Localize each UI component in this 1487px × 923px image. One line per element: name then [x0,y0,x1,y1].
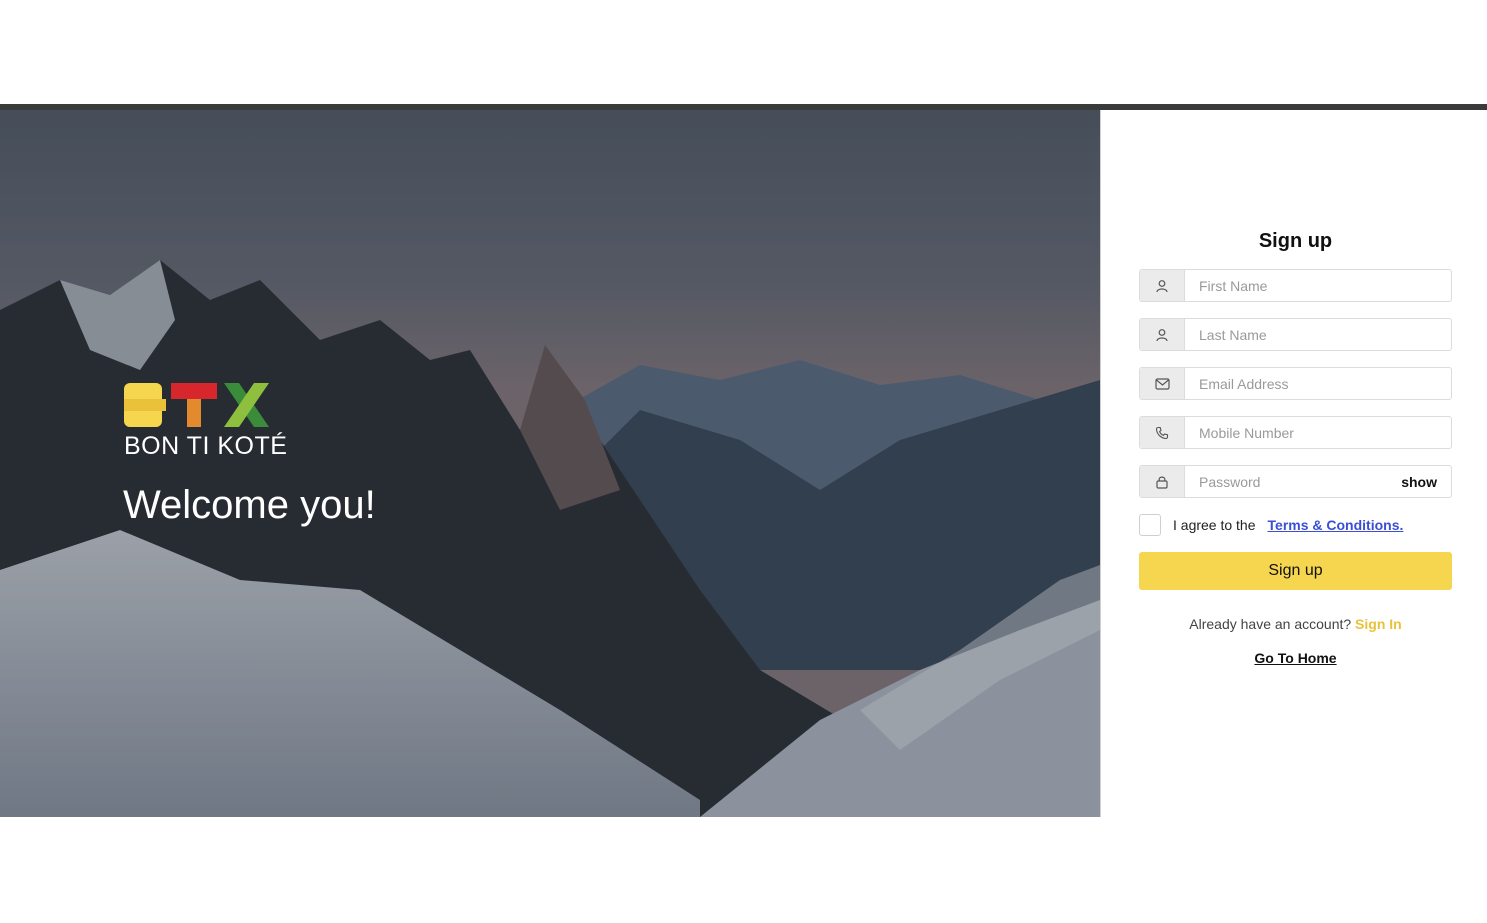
email-input[interactable] [1185,368,1451,399]
go-home-link[interactable]: Go To Home [1139,650,1452,666]
phone-icon [1140,417,1185,448]
signup-button[interactable]: Sign up [1139,552,1452,590]
mobile-field [1139,416,1452,449]
show-password-toggle[interactable]: show [1401,466,1451,497]
mail-icon [1140,368,1185,399]
terms-agreement: I agree to the Terms & Conditions. [1139,514,1452,536]
user-icon [1140,270,1185,301]
lock-icon [1140,466,1185,497]
last-name-field [1139,318,1452,351]
first-name-input[interactable] [1185,270,1451,301]
signup-title: Sign up [1258,230,1333,252]
signin-prompt: Already have an account? Sign In [1139,616,1452,632]
signup-panel: Sign up show I agree to the Terms [1139,230,1452,666]
user-icon [1140,319,1185,350]
email-field [1139,367,1452,400]
last-name-input[interactable] [1185,319,1451,350]
hero-overlay [0,110,1100,817]
terms-checkbox[interactable] [1139,514,1161,536]
mobile-input[interactable] [1185,417,1451,448]
agree-text: I agree to the [1173,517,1256,533]
divider [1100,110,1101,817]
logo-text: BON TI KOTÉ [124,432,288,460]
hero-image [0,110,1100,817]
password-input[interactable] [1185,466,1402,497]
already-text: Already have an account? [1189,616,1352,632]
first-name-field [1139,269,1452,302]
password-field: show [1139,465,1452,498]
terms-link[interactable]: Terms & Conditions. [1268,517,1404,533]
welcome-heading: Welcome you! [123,483,376,527]
signin-link[interactable]: Sign In [1355,616,1402,632]
